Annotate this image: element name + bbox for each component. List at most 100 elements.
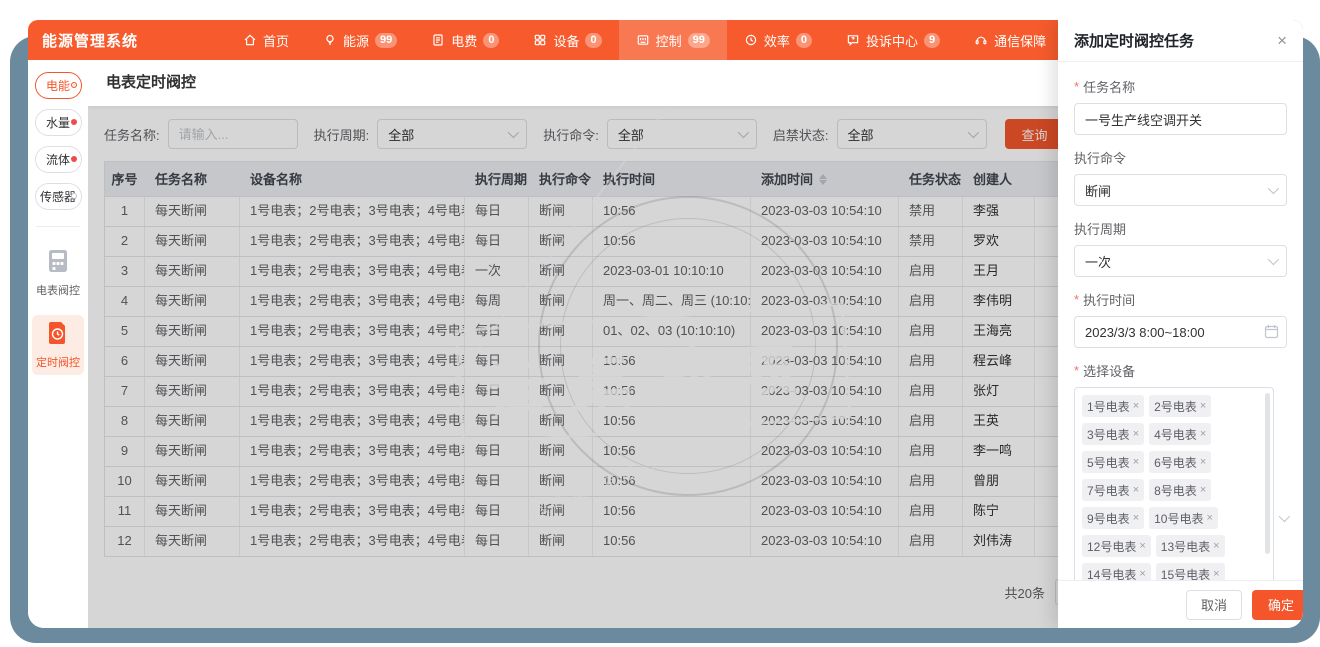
red-dot-icon — [71, 156, 77, 162]
required-mark: * — [1074, 363, 1079, 378]
nav-item-能源[interactable]: 能源99 — [306, 20, 414, 60]
tag-remove-icon[interactable]: × — [1133, 484, 1139, 496]
nav-item-label: 电费 — [451, 31, 477, 50]
sidebar-tool-电表阀控[interactable]: 电表阀控 — [32, 243, 84, 303]
close-icon[interactable]: × — [1277, 32, 1287, 49]
device-tag-8号电表: 8号电表× — [1149, 479, 1211, 501]
nav-badge: 0 — [796, 33, 812, 48]
nav-badge: 9 — [924, 33, 940, 48]
tag-remove-icon[interactable]: × — [1213, 568, 1219, 580]
drawer-body: *任务名称 执行命令 断闸 执行周期 一次 *执行时间 — [1058, 62, 1303, 580]
exec-time-label: 执行时间 — [1083, 290, 1135, 309]
nav-item-首页[interactable]: 首页 — [226, 20, 306, 60]
confirm-button[interactable]: 确定 — [1252, 590, 1303, 620]
sidebar-divider — [36, 226, 80, 227]
tag-label: 3号电表 — [1087, 426, 1130, 443]
nav-item-label: 效率 — [764, 31, 790, 50]
calendar-icon[interactable] — [1264, 324, 1279, 344]
device-tag-6号电表: 6号电表× — [1149, 451, 1211, 473]
sidebar-tool-定时阀控[interactable]: 定时阀控 — [32, 315, 84, 375]
nav-item-label: 控制 — [656, 31, 682, 50]
command-select[interactable]: 断闸 — [1074, 174, 1287, 206]
tag-label: 10号电表 — [1154, 510, 1203, 527]
nav-item-控制[interactable]: 控制 99 — [619, 20, 727, 60]
nav-badge: 0 — [585, 33, 601, 48]
tag-remove-icon[interactable]: × — [1133, 428, 1139, 440]
tag-remove-icon[interactable]: × — [1139, 568, 1145, 580]
bill-icon — [431, 33, 445, 47]
meter-icon — [48, 260, 68, 277]
tag-remove-icon[interactable]: × — [1200, 400, 1206, 412]
nav-item-设备[interactable]: 设备 0 — [516, 20, 618, 60]
tag-label: 6号电表 — [1154, 454, 1197, 471]
chevron-down-icon — [1268, 183, 1279, 194]
chevron-down-icon — [1268, 254, 1279, 265]
device-tag-10号电表: 10号电表× — [1149, 507, 1218, 529]
nav-item-label: 通信保障 — [994, 31, 1046, 50]
nav-item-电费[interactable]: 电费0 — [414, 20, 516, 60]
nav-badge: 99 — [375, 33, 397, 48]
timer-icon — [48, 332, 68, 349]
device-tag-1号电表: 1号电表× — [1082, 395, 1144, 417]
required-mark: * — [1074, 292, 1079, 307]
tag-label: 7号电表 — [1087, 482, 1130, 499]
tag-remove-icon[interactable]: × — [1139, 540, 1145, 552]
device-tag-12号电表: 12号电表× — [1082, 535, 1151, 557]
period-label: 执行周期 — [1074, 219, 1126, 238]
sidebar-pill-水量[interactable]: 水量 — [35, 109, 82, 136]
sidebar-pill-传感器[interactable]: 传感器 — [35, 183, 82, 210]
tag-label: 4号电表 — [1154, 426, 1197, 443]
cancel-button[interactable]: 取消 — [1186, 590, 1242, 620]
tag-remove-icon[interactable]: × — [1200, 484, 1206, 496]
sidebar-pill-电能[interactable]: 电能 — [35, 72, 82, 99]
nav-item-label: 投诉中心 — [866, 31, 918, 50]
tag-remove-icon[interactable]: × — [1206, 512, 1212, 524]
nav-item-label: 首页 — [263, 31, 289, 50]
app-title: 能源管理系统 — [28, 30, 138, 51]
tag-remove-icon[interactable]: × — [1133, 400, 1139, 412]
device-tag-9号电表: 9号电表× — [1082, 507, 1144, 529]
gray-dot-icon — [71, 193, 77, 199]
required-mark: * — [1074, 79, 1079, 94]
tag-label: 5号电表 — [1087, 454, 1130, 471]
drawer-title: 添加定时阀控任务 — [1074, 30, 1194, 51]
nav-badge: 99 — [688, 33, 710, 48]
devices-label: 选择设备 — [1083, 361, 1135, 380]
pill-label: 水量 — [46, 114, 70, 131]
nav-item-通信保障[interactable]: 通信保障 — [957, 20, 1063, 60]
tag-label: 14号电表 — [1087, 566, 1136, 581]
task-name-input[interactable] — [1074, 103, 1287, 135]
period-select[interactable]: 一次 — [1074, 245, 1287, 277]
tag-remove-icon[interactable]: × — [1200, 428, 1206, 440]
sidebar-pill-流体[interactable]: 流体 — [35, 146, 82, 173]
chevron-down-icon — [1279, 511, 1290, 522]
sidebar-tools: 电表阀控定时阀控 — [28, 243, 88, 375]
app-window: 能源管理系统 首页能源99电费0设备0控制99效率0投诉中心9通信保障设置 电能… — [28, 20, 1303, 628]
left-sidebar: 电能水量流体传感器 电表阀控定时阀控 — [28, 60, 88, 628]
device-tag-7号电表: 7号电表× — [1082, 479, 1144, 501]
nav-item-效率[interactable]: 效率 0 — [727, 20, 829, 60]
home-icon — [243, 33, 257, 47]
device-tag-2号电表: 2号电表× — [1149, 395, 1211, 417]
tag-remove-icon[interactable]: × — [1133, 456, 1139, 468]
device-tag-13号电表: 13号电表× — [1156, 535, 1225, 557]
control-icon — [636, 33, 650, 47]
add-task-drawer: 添加定时阀控任务 × *任务名称 执行命令 断闸 执行周期 一次 — [1058, 20, 1303, 628]
tag-remove-icon[interactable]: × — [1200, 456, 1206, 468]
scrollbar-thumb[interactable] — [1265, 393, 1270, 554]
exec-time-input[interactable] — [1074, 316, 1287, 348]
tag-label: 9号电表 — [1087, 510, 1130, 527]
tool-label: 定时阀控 — [32, 354, 84, 370]
pill-label: 流体 — [46, 151, 70, 168]
device-tag-15号电表: 15号电表× — [1156, 563, 1225, 580]
nav-item-投诉中心[interactable]: 投诉中心 9 — [829, 20, 957, 60]
device-tag-3号电表: 3号电表× — [1082, 423, 1144, 445]
tag-remove-icon[interactable]: × — [1133, 512, 1139, 524]
nav-item-label: 设备 — [553, 31, 579, 50]
device-tag-4号电表: 4号电表× — [1149, 423, 1211, 445]
pill-label: 电能 — [46, 77, 70, 94]
screenshot-stage: 能源管理系统 首页能源99电费0设备0控制99效率0投诉中心9通信保障设置 电能… — [0, 0, 1320, 647]
complaint-icon — [846, 33, 860, 47]
device-multiselect[interactable]: 1号电表×2号电表×3号电表×4号电表×5号电表×6号电表×7号电表×8号电表×… — [1074, 387, 1274, 580]
tag-remove-icon[interactable]: × — [1213, 540, 1219, 552]
